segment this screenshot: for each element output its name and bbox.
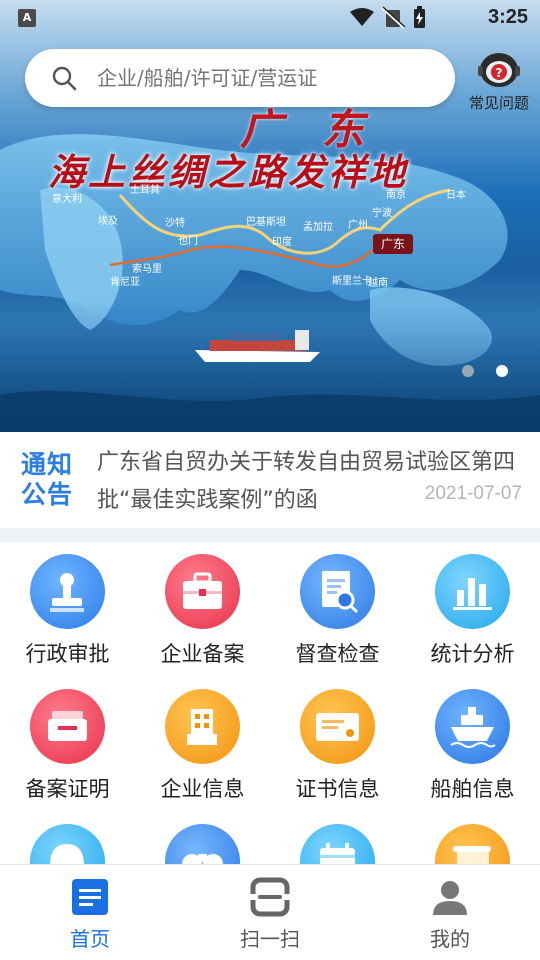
grid-item-label: 企业备案 <box>160 642 245 666</box>
notice-badge: 通知 公告 <box>16 450 78 512</box>
calendar-icon <box>300 824 375 864</box>
grid-item[interactable] <box>0 812 135 864</box>
building-icon <box>165 689 240 764</box>
grid-item-filing-certificate[interactable]: 备案证明 <box>0 677 135 812</box>
scroll-icon <box>435 824 510 864</box>
tray-icon <box>30 689 105 764</box>
notification-app-icon: A <box>18 9 36 27</box>
map-place: 土耳其 <box>130 185 160 196</box>
grid-item[interactable] <box>135 812 270 864</box>
grid-item-label: 企业信息 <box>160 777 245 801</box>
tab-label: 扫一扫 <box>240 927 300 951</box>
search-icon <box>52 66 77 91</box>
banner-guangdong-tag: 广东 <box>373 234 414 254</box>
carousel-dot-active[interactable] <box>496 365 508 377</box>
search-input[interactable] <box>97 49 437 107</box>
feature-grid: 行政审批 企业备案 督查检查 统计分析 备案证明 企业信息 证书信息 船舶信息 <box>0 542 540 864</box>
scan-icon <box>250 877 290 917</box>
notice-badge-line2: 公告 <box>20 480 73 509</box>
map-place: 索马里 <box>132 264 162 275</box>
status-bar: A 3:25 <box>0 0 540 36</box>
wifi-icon <box>350 8 374 26</box>
document-search-icon <box>300 554 375 629</box>
grid-item-inspection[interactable]: 督查检查 <box>270 542 405 677</box>
map-place: 印度 <box>272 237 292 248</box>
certificate-icon <box>300 689 375 764</box>
ship-icon <box>435 689 510 764</box>
faq-button[interactable]: ? 常见问题 <box>464 48 534 114</box>
map-place: 埃及 <box>98 216 118 227</box>
grid-item-statistics[interactable]: 统计分析 <box>405 542 540 677</box>
grid-item-label: 统计分析 <box>430 642 515 666</box>
binoculars-icon <box>165 824 240 864</box>
stamp-icon <box>30 554 105 629</box>
search-bar[interactable] <box>25 49 455 107</box>
user-icon <box>433 881 467 915</box>
map-place: 日本 <box>446 190 466 201</box>
map-place: 巴基斯坦 <box>246 217 286 228</box>
banner-title: 海上丝绸之路发祥地 <box>48 150 408 194</box>
tab-scan[interactable]: 扫一扫 <box>180 865 360 960</box>
grid-item-label: 行政审批 <box>25 642 110 666</box>
svg-text:?: ? <box>496 66 503 80</box>
grid-item[interactable] <box>405 812 540 864</box>
map-place: 也门 <box>178 236 198 247</box>
map-place: 孟加拉 <box>303 222 333 233</box>
notice-bar[interactable]: 通知 公告 广东省自贸办关于转发自由贸易试验区第四批“最佳实践案例”的函 202… <box>0 432 540 528</box>
tab-label: 我的 <box>430 927 470 951</box>
tab-label: 首页 <box>70 927 110 951</box>
grid-item-certificate-info[interactable]: 证书信息 <box>270 677 405 812</box>
grid-item-label: 船舶信息 <box>430 777 515 801</box>
grid-item-label: 证书信息 <box>295 777 380 801</box>
tab-home[interactable]: 首页 <box>0 865 180 960</box>
grid-item-ship-info[interactable]: 船舶信息 <box>405 677 540 812</box>
grid-item-enterprise-info[interactable]: 企业信息 <box>135 677 270 812</box>
carousel-dot[interactable] <box>462 365 474 377</box>
notice-date: 2021-07-07 <box>418 483 522 505</box>
tab-profile[interactable]: 我的 <box>360 865 540 960</box>
grid-item-enterprise-filing[interactable]: 企业备案 <box>135 542 270 677</box>
carousel-indicator[interactable] <box>462 365 512 379</box>
grid-item-label: 备案证明 <box>25 777 110 801</box>
status-time: 3:25 <box>487 6 528 28</box>
bottom-tab-bar: 首页 扫一扫 我的 <box>0 864 540 960</box>
grid-item-label: 督查检查 <box>295 642 380 666</box>
helmet-icon <box>30 824 105 864</box>
map-place: 宁波 <box>372 208 392 219</box>
map-place: 肯尼亚 <box>110 277 140 288</box>
status-icons <box>350 6 425 29</box>
home-doc-icon <box>72 879 108 915</box>
bar-chart-icon <box>435 554 510 629</box>
grid-item[interactable] <box>270 812 405 864</box>
faq-label: 常见问题 <box>468 94 529 112</box>
notice-title[interactable]: 广东省自贸办关于转发自由贸易试验区第四批“最佳实践案例”的函 <box>97 444 533 520</box>
map-place: 斯里兰卡 <box>332 276 372 287</box>
briefcase-icon <box>165 554 240 629</box>
grid-item-administrative-approval[interactable]: 行政审批 <box>0 542 135 677</box>
map-place: 南京 <box>386 190 406 201</box>
robot-help-icon: ? <box>478 53 520 87</box>
map-place: 意大利 <box>52 194 82 205</box>
map-place: 沙特 <box>165 218 185 229</box>
notice-badge-line1: 通知 <box>20 450 73 479</box>
map-place: 广州 <box>348 220 368 231</box>
